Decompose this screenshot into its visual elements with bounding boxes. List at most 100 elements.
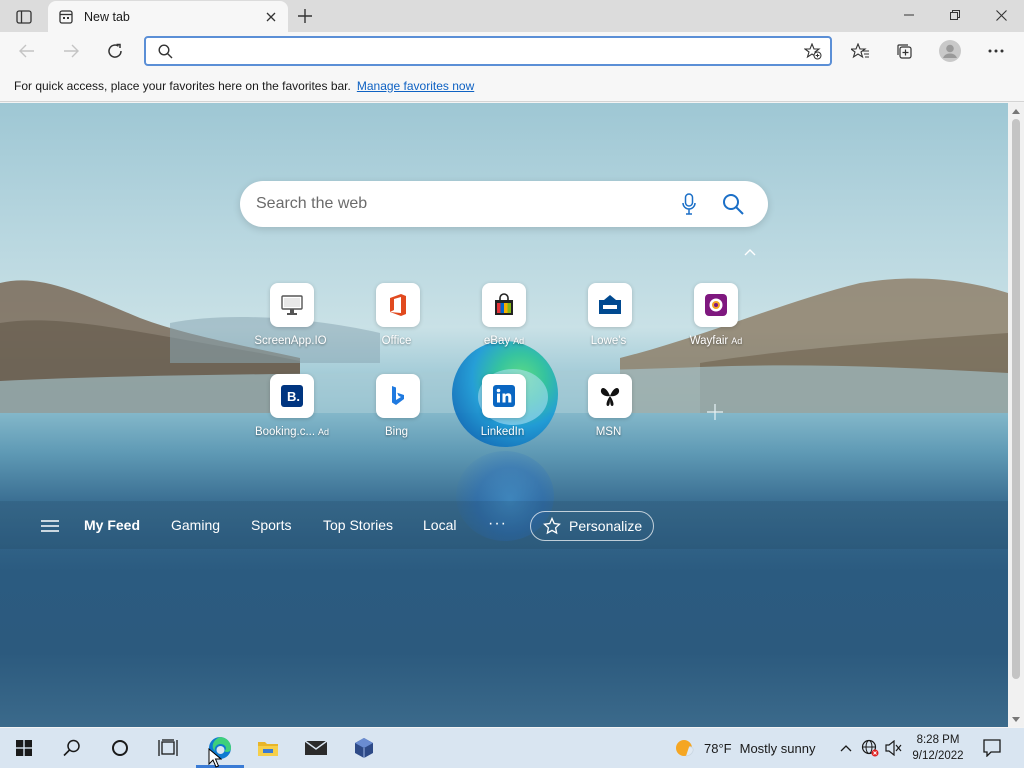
manage-favorites-link[interactable]: Manage favorites now [357,79,474,93]
lowes-logo-icon [599,295,621,314]
quick-link-label: Booking.c... [254,426,316,438]
linkedin-logo-icon [493,385,515,407]
search-icon [723,194,744,215]
task-view-button[interactable] [144,728,192,768]
weather-condition: Mostly sunny [739,740,816,756]
quick-link-ebay[interactable]: eBay Ad [464,283,544,355]
quick-link-msn[interactable]: MSN [570,374,650,446]
microphone-icon [682,193,696,215]
settings-menu-button[interactable] [980,36,1012,66]
feed-tab-my-feed[interactable]: My Feed [84,517,140,533]
restore-icon [950,10,960,20]
feed-tab-sports[interactable]: Sports [251,517,291,533]
clock-time: 8:28 PM [916,734,960,746]
quick-link-bing[interactable]: Bing [358,374,438,446]
quick-link-label: eBay [483,335,511,347]
forward-button[interactable] [56,36,86,66]
personalize-label: Personalize [569,518,643,534]
ad-badge: Ad [513,336,525,346]
window-close-button[interactable] [978,0,1024,30]
add-favorite-icon[interactable] [804,43,822,60]
scroll-up-button[interactable] [1011,106,1021,116]
quick-link-lowes[interactable]: Lowe's [570,283,650,355]
feed-tab-local[interactable]: Local [423,517,456,533]
web-search-box[interactable] [240,181,768,227]
close-icon [995,9,1007,21]
tab-close-button[interactable] [262,8,280,26]
show-hidden-icons-button[interactable] [836,738,856,758]
taskbar-search-button[interactable] [48,728,96,768]
office-logo-icon [390,294,406,316]
quick-link-linkedin[interactable]: LinkedIn [464,374,544,446]
quick-link-label: MSN [595,426,622,438]
favorites-button[interactable] [844,36,876,66]
search-submit-button[interactable] [720,191,746,217]
arrow-right-icon [64,44,79,58]
quick-link-label: LinkedIn [480,426,525,438]
mail-icon [304,740,328,755]
start-button[interactable] [0,728,48,768]
add-site-button[interactable] [704,401,726,423]
caret-down-icon [1012,716,1020,722]
feed-menu-button[interactable] [38,515,62,537]
hamburger-icon [41,520,59,532]
cortana-ring-icon [112,740,128,756]
minimize-button[interactable] [886,0,932,30]
address-bar[interactable] [144,36,832,66]
refresh-button[interactable] [100,36,130,66]
task-view-icon [158,739,178,756]
maximize-button[interactable] [932,0,978,30]
feed-tab-gaming[interactable]: Gaming [171,517,220,533]
monitor-icon [281,295,303,315]
svg-text:B.: B. [287,389,300,404]
quick-link-label: Lowe's [590,335,627,347]
plus-icon [707,404,723,420]
weather-temperature: 78°F [704,740,732,756]
quick-link-label: Office [381,335,412,347]
bing-logo-icon [392,386,404,405]
page-scrollbar[interactable] [1008,103,1024,727]
collapse-quick-links-button[interactable] [742,245,758,259]
quick-link-label: ScreenApp.IO [254,335,327,347]
active-tab[interactable]: New tab [48,1,288,32]
chevron-up-icon [744,248,756,255]
close-icon [266,12,276,22]
scrollbar-thumb[interactable] [1012,119,1020,679]
collections-button[interactable] [888,36,920,66]
profile-button[interactable] [934,36,966,66]
quick-link-screenapp[interactable]: ScreenApp.IO [252,283,332,355]
weather-widget[interactable]: 78°F Mostly sunny [674,736,815,760]
minimize-icon [904,14,914,16]
file-explorer-button[interactable] [244,728,292,768]
system-clock[interactable]: 8:28 PM 9/12/2022 [904,732,972,764]
voice-search-button[interactable] [677,192,701,216]
collections-icon [897,44,912,59]
notification-icon [983,739,1001,757]
globe-icon [861,739,879,757]
msn-butterfly-icon [600,388,620,406]
volume-button[interactable] [884,738,904,758]
mail-button[interactable] [292,728,340,768]
clock-date: 9/12/2022 [912,750,964,762]
tab-actions-button[interactable] [8,6,40,28]
cortana-button[interactable] [96,728,144,768]
virtualbox-button[interactable] [340,728,388,768]
back-button[interactable] [12,36,42,66]
favorites-bar: For quick access, place your favorites h… [0,70,1024,102]
quick-link-wayfair[interactable]: Wayfair Ad [676,283,756,355]
new-tab-button[interactable] [292,4,318,28]
search-icon [158,44,173,59]
address-input[interactable] [180,42,780,60]
web-search-input[interactable] [256,193,656,215]
network-button[interactable] [860,738,880,758]
quick-link-office[interactable]: Office [358,283,438,355]
action-center-button[interactable] [980,736,1004,760]
feed-more-button[interactable]: ··· [488,515,507,533]
refresh-icon [108,43,122,58]
quick-link-booking[interactable]: B. Booking.c... Ad [252,374,332,446]
plus-icon [298,9,312,23]
scroll-down-button[interactable] [1011,714,1021,724]
new-tab-page-icon [59,9,73,24]
personalize-button[interactable]: Personalize [530,511,654,541]
feed-tab-top-stories[interactable]: Top Stories [323,517,393,533]
